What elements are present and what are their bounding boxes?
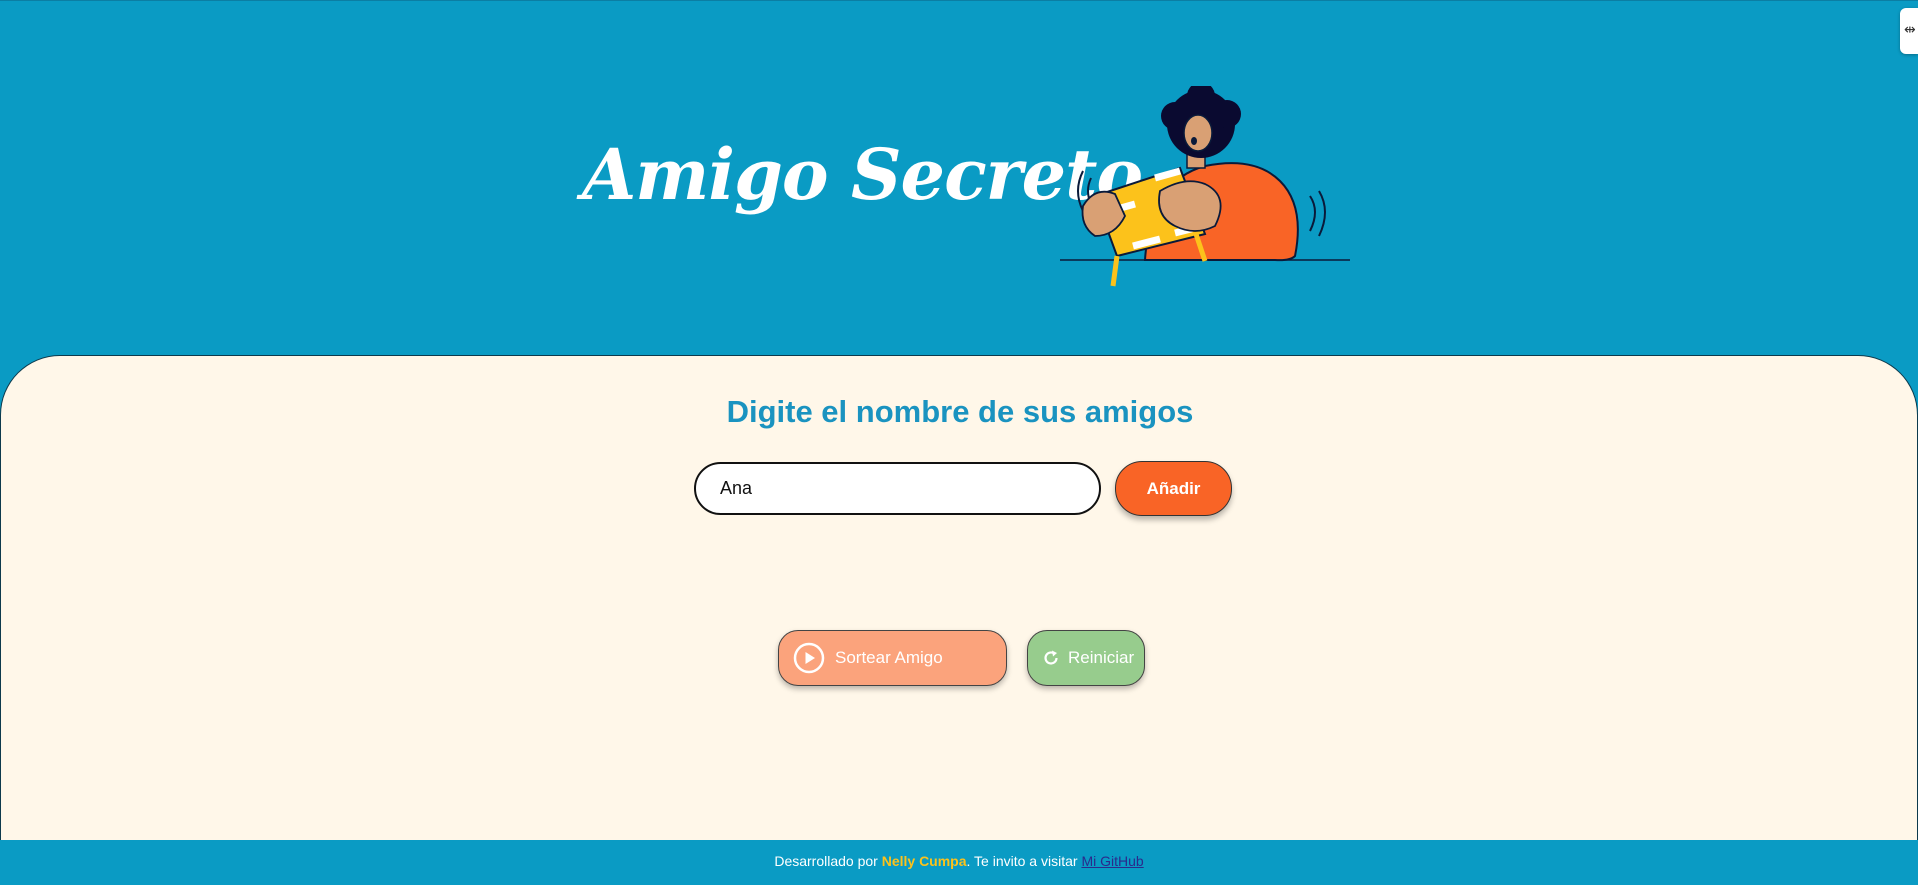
reset-label: Reiniciar	[1068, 648, 1135, 667]
person-with-gift-illustration	[1060, 86, 1350, 287]
draw-friend-label: Sortear Amigo	[835, 648, 943, 667]
draw-friend-button[interactable]: Sortear Amigo	[778, 630, 1007, 686]
add-button[interactable]: Añadir	[1115, 461, 1232, 516]
footer: Desarrollado por Nelly Cumpa. Te invito …	[0, 840, 1918, 885]
extension-tab-icon: ⇹	[1904, 22, 1916, 38]
section-heading: Digite el nombre de sus amigos	[726, 394, 1194, 429]
friend-name-input[interactable]	[694, 462, 1101, 515]
footer-prefix: Desarrollado por	[774, 853, 882, 869]
github-link[interactable]: Mi GitHub	[1081, 853, 1143, 869]
main-panel: Digite el nombre de sus amigos Añadir So…	[0, 355, 1918, 840]
refresh-icon	[1044, 650, 1058, 665]
extension-tab[interactable]: ⇹	[1900, 8, 1918, 54]
header: Amigo Secreto	[0, 0, 1918, 356]
reset-button[interactable]: Reiniciar	[1027, 630, 1145, 686]
author-name: Nelly Cumpa	[881, 853, 967, 869]
footer-middle: . Te invito a visitar	[966, 853, 1082, 869]
play-circle-icon	[793, 642, 825, 674]
